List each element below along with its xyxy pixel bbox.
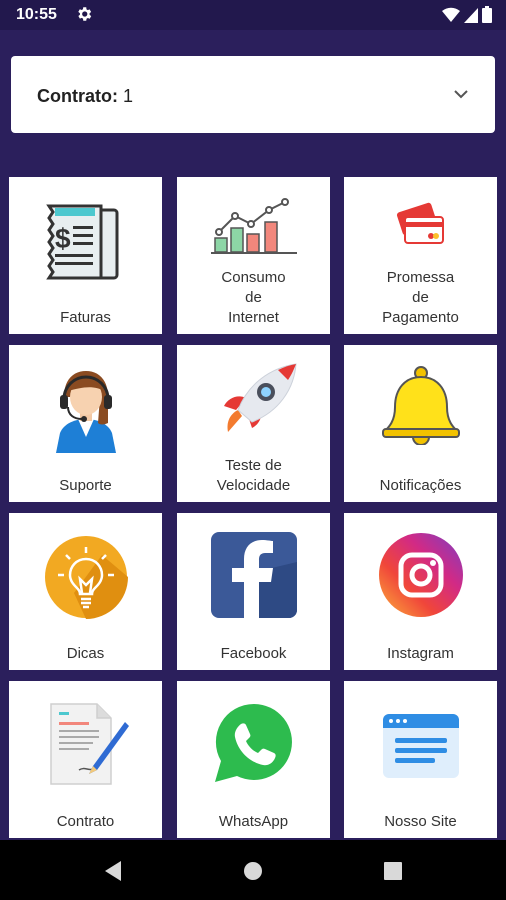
tile-consumo-internet[interactable]: Consumo de Internet	[177, 177, 330, 334]
recents-icon[interactable]	[384, 862, 402, 880]
svg-text:$: $	[55, 223, 71, 254]
contract-selector[interactable]: Contrato: 1	[11, 56, 495, 133]
tile-suporte[interactable]: Suporte	[9, 345, 162, 502]
credit-card-icon	[396, 202, 444, 244]
tile-contrato[interactable]: Contrato	[9, 681, 162, 838]
navigation-bar	[0, 840, 506, 900]
invoice-icon: $	[45, 204, 118, 279]
status-time: 10:55	[16, 6, 57, 23]
tile-label: Consumo de Internet	[221, 269, 286, 326]
tile-nosso-site[interactable]: Nosso Site	[344, 681, 497, 838]
tile-label: WhatsApp	[218, 813, 289, 830]
chevron-down-icon	[454, 90, 468, 99]
home-icon[interactable]	[243, 861, 263, 881]
signal-icon	[464, 7, 478, 23]
support-agent-icon	[55, 371, 116, 453]
tile-label: Contrato	[56, 813, 115, 830]
lightbulb-icon	[44, 536, 128, 619]
facebook-icon	[210, 532, 297, 618]
rocket-icon	[223, 363, 297, 432]
tile-label: Dicas	[66, 645, 105, 662]
status-bar: 10:55	[0, 0, 506, 30]
tile-faturas[interactable]: $ Faturas	[9, 177, 162, 334]
wifi-icon	[442, 7, 460, 22]
website-icon	[382, 714, 459, 778]
tile-dicas[interactable]: Dicas	[9, 513, 162, 670]
instagram-icon	[378, 533, 463, 617]
gear-icon	[78, 7, 92, 21]
tile-notificacoes[interactable]: Notificações	[344, 345, 497, 502]
contract-label: Contrato: 1	[37, 86, 133, 107]
whatsapp-icon	[214, 703, 292, 782]
tile-label: Suporte	[59, 477, 112, 494]
tile-facebook[interactable]: Facebook	[177, 513, 330, 670]
tile-label: Faturas	[60, 309, 111, 326]
battery-icon	[482, 6, 492, 23]
tile-label: Nosso Site	[384, 813, 457, 830]
tile-label: Notificações	[379, 477, 462, 494]
bell-icon	[381, 366, 460, 445]
tile-teste-velocidade[interactable]: Teste de Velocidade	[177, 345, 330, 502]
tile-whatsapp[interactable]: WhatsApp	[177, 681, 330, 838]
contract-value: 1	[123, 86, 134, 106]
bar-chart-icon	[210, 198, 297, 254]
contract-document-icon	[49, 703, 129, 785]
tile-label: Promessa de Pagamento	[382, 269, 459, 326]
back-icon[interactable]	[103, 860, 123, 882]
tile-promessa-pagamento[interactable]: Promessa de Pagamento	[344, 177, 497, 334]
contract-label-title: Contrato:	[37, 86, 118, 106]
tile-instagram[interactable]: Instagram	[344, 513, 497, 670]
tile-label: Facebook	[220, 645, 287, 662]
tile-label: Instagram	[387, 645, 454, 662]
tile-label: Teste de Velocidade	[216, 457, 291, 494]
